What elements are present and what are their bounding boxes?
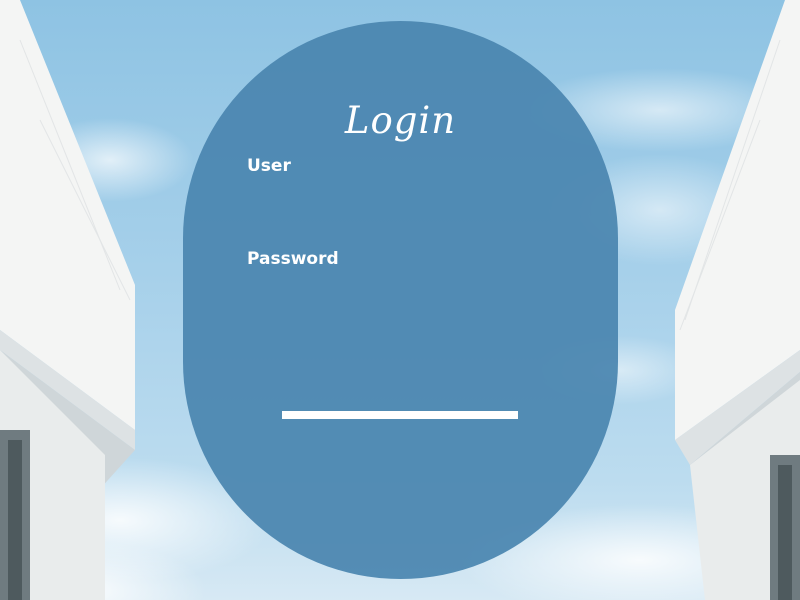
login-title: Login [344,99,457,142]
login-card: Login User Password [183,21,618,579]
sky-background: Login User Password [0,0,800,600]
password-label: Password [247,249,339,269]
right-building-image [675,0,800,600]
user-label: User [247,156,291,176]
submit-button[interactable] [282,411,518,419]
password-input[interactable] [247,276,547,312]
user-input[interactable] [247,183,547,219]
left-building-image [0,0,135,600]
